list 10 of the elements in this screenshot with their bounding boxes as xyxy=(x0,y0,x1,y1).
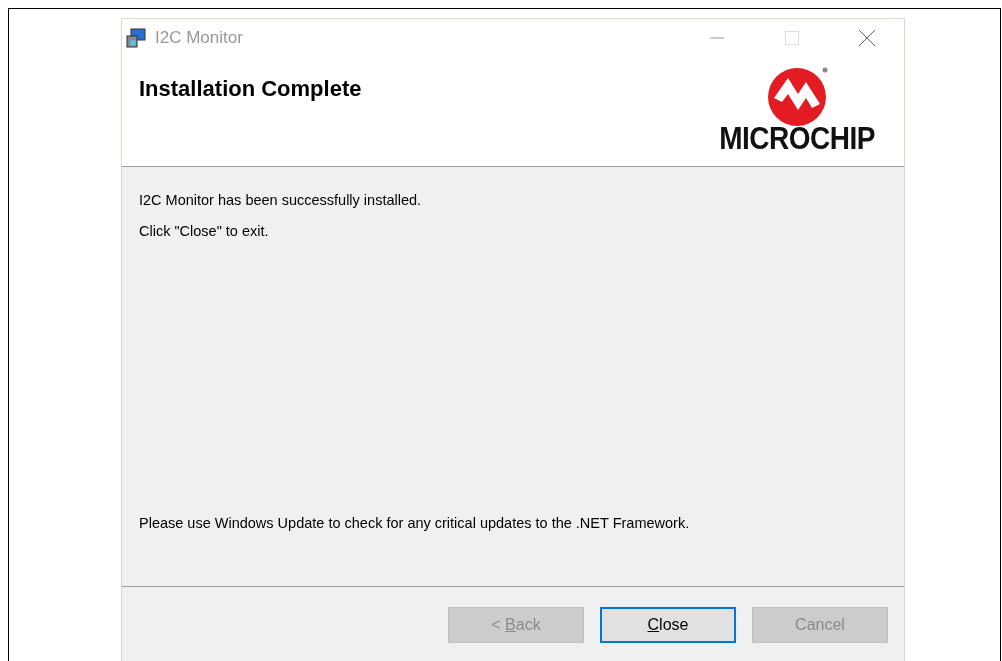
page-heading: Installation Complete xyxy=(138,75,362,103)
close-icon[interactable] xyxy=(858,29,875,46)
message-text: I2C Monitor has been successfully installed. xyxy=(139,192,423,208)
logo-text: MICROCHIP xyxy=(719,122,875,156)
update-note: Please use Windows Update to check for any critical updates to the .NET Framework. xyxy=(139,515,691,531)
window-title: I2C Monitor xyxy=(155,27,243,48)
message-text: Click "Close" to exit. xyxy=(139,223,270,239)
installer-icon xyxy=(125,26,147,49)
maximize-icon[interactable] xyxy=(784,30,799,45)
wizard-button[interactable]: Close xyxy=(600,607,736,643)
